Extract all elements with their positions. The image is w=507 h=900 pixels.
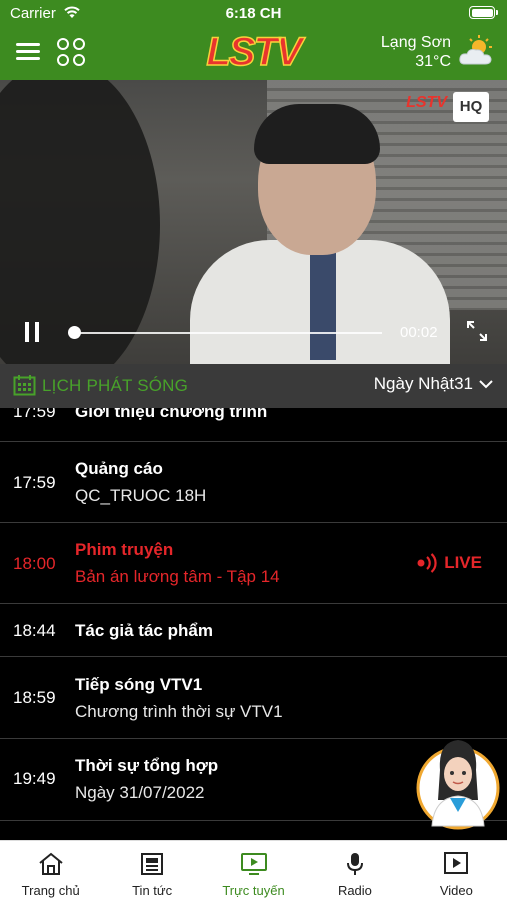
tab-live[interactable]: Trực tuyến <box>203 841 304 900</box>
bottom-tab-bar: Trang chủ Tin tức Trực tuyến Radio Video <box>0 840 507 900</box>
schedule-program-title: Phim truyện <box>75 540 174 559</box>
app-header: Carrier 6:18 CH LSTV Lạng Sơn 31°C <box>0 0 507 80</box>
schedule-time: 17:59 <box>13 473 56 492</box>
apps-grid-button[interactable] <box>56 37 86 67</box>
live-badge: LIVE <box>414 553 482 573</box>
video-player[interactable]: LSTV HQ 00:02 <box>0 80 507 364</box>
schedule-row[interactable]: 17:59 Giới thiệu chương trình <box>0 408 507 442</box>
tab-label: Trực tuyến <box>222 883 285 898</box>
quality-button[interactable]: HQ <box>453 92 489 122</box>
weather-widget[interactable]: Lạng Sơn 31°C <box>365 34 495 74</box>
schedule-program-title: Tiếp sóng VTV1 <box>75 675 203 694</box>
tab-label: Video <box>439 883 473 898</box>
menu-button[interactable] <box>14 38 42 66</box>
schedule-program-title: Tác giả tác phẩm <box>75 621 213 640</box>
play-video-icon <box>444 852 469 874</box>
live-tv-icon <box>240 853 267 875</box>
virtual-assistant-avatar[interactable] <box>416 730 500 830</box>
schedule-row[interactable]: 17:59 Quảng cáo QC_TRUOC 18H <box>0 442 507 523</box>
schedule-program-title: Quảng cáo <box>75 459 163 478</box>
fullscreen-icon[interactable] <box>466 320 488 342</box>
microphone-icon <box>346 853 363 875</box>
tab-label: Trang chủ <box>21 883 80 898</box>
home-icon <box>39 852 63 875</box>
schedule-time: 18:59 <box>13 688 56 707</box>
progress-knob[interactable] <box>68 326 81 339</box>
partly-cloudy-icon <box>459 35 492 65</box>
battery-icon <box>469 6 498 19</box>
weather-temp: 31°C <box>415 53 451 70</box>
calendar-icon <box>13 375 36 396</box>
schedule-program-subtitle: Chương trình thời sự VTV1 <box>75 702 283 721</box>
schedule-program-subtitle: Bản án lương tâm - Tập 14 <box>75 567 280 586</box>
pause-button[interactable] <box>24 322 40 342</box>
tab-home[interactable]: Trang chủ <box>0 841 101 900</box>
day-selector[interactable]: Ngày Nhật31 <box>374 374 493 394</box>
news-icon <box>141 853 164 875</box>
tab-video[interactable]: Video <box>406 841 507 900</box>
progress-bar[interactable] <box>74 332 382 334</box>
tab-label: Tin tức <box>132 883 173 898</box>
status-time: 6:18 CH <box>225 5 282 22</box>
schedule-title: LỊCH PHÁT SÓNG <box>42 376 189 395</box>
chevron-down-icon <box>479 380 493 389</box>
video-frame-detail <box>310 250 336 360</box>
weather-city: Lạng Sơn <box>380 34 451 51</box>
schedule-program-subtitle: QC_TRUOC 18H <box>75 486 207 505</box>
schedule-program-title: Giới thiệu chương trình <box>75 408 268 421</box>
channel-watermark: LSTV <box>406 94 447 111</box>
broadcast-icon <box>417 553 437 573</box>
tab-news[interactable]: Tin tức <box>101 841 202 900</box>
video-frame-hair <box>254 104 380 164</box>
schedule-program-title: Thời sự tổng hợp <box>75 756 219 775</box>
schedule-time: 18:00 <box>13 554 56 573</box>
live-label: LIVE <box>444 553 482 572</box>
lstv-logo[interactable]: LSTV <box>196 29 311 75</box>
schedule-row[interactable]: 18:59 Tiếp sóng VTV1 Chương trình thời s… <box>0 657 507 739</box>
schedule-row-live[interactable]: 18:00 Phim truyện Bản án lương tâm - Tập… <box>0 523 507 604</box>
schedule-program-subtitle: Ngày 31/07/2022 <box>75 783 205 802</box>
elapsed-time: 00:02 <box>400 324 438 341</box>
selected-day-label: Ngày Nhật31 <box>373 374 473 393</box>
status-bar: Carrier 6:18 CH <box>0 0 507 28</box>
schedule-time: 17:59 <box>13 408 56 421</box>
schedule-header: LỊCH PHÁT SÓNG Ngày Nhật31 <box>0 364 507 408</box>
tab-radio[interactable]: Radio <box>304 841 405 900</box>
schedule-time: 18:44 <box>13 621 56 640</box>
tab-label: Radio <box>337 883 372 898</box>
schedule-time: 19:49 <box>13 769 56 788</box>
schedule-row[interactable]: 18:44 Tác giả tác phẩm <box>0 604 507 657</box>
